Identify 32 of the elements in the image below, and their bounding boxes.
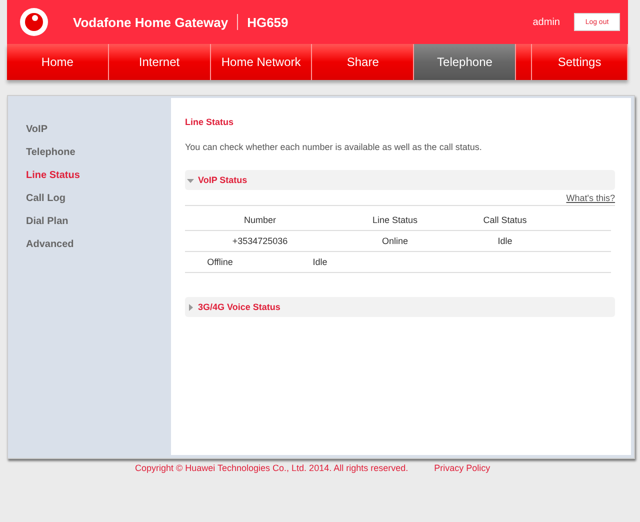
copyright-text: Copyright © Huawei Technologies Co., Ltd. 2014. All rights reserved.	[135, 463, 408, 473]
page-heading: Line Status	[185, 117, 235, 127]
description-text: You can check whether each number is available as well as the call status.	[185, 142, 483, 152]
username: admin	[532, 16, 560, 28]
sidebar-item[interactable]: Line Status	[8, 170, 171, 184]
column-header: Call Status	[482, 215, 528, 225]
table-cell-text: Idle	[312, 257, 328, 267]
table-cell-text: +3534725036	[231, 236, 289, 246]
sidebar-item[interactable]: Call Log	[8, 193, 171, 207]
section-header[interactable]: 3G/4G Voice Status	[185, 297, 615, 317]
logo-icon	[19, 7, 49, 37]
column-header: Line Status	[371, 215, 419, 225]
caret-down-icon	[187, 176, 194, 184]
app-title: Vodafone Home Gateway	[73, 14, 228, 30]
table-cell-text: Idle	[496, 236, 514, 246]
privacy-link[interactable]: Privacy Policy	[434, 463, 490, 473]
column-header: Number	[242, 215, 277, 225]
sidebar-item[interactable]: VoIP	[8, 124, 171, 138]
help-link[interactable]: What's this?	[185, 193, 615, 206]
nav-tab[interactable]: Telephone	[414, 44, 516, 80]
nav-tab[interactable]: Home	[7, 44, 109, 80]
nav-tab[interactable]: Home Network	[210, 44, 312, 80]
section-header[interactable]: VoIP Status	[185, 170, 615, 190]
model-name: HG659	[247, 14, 288, 30]
caret-right-icon	[187, 304, 194, 310]
sidebar-item[interactable]: Telephone	[8, 147, 171, 161]
nav-tab[interactable]: Internet	[108, 44, 211, 80]
table-cell-text: Offline	[206, 257, 234, 267]
sidebar-item[interactable]: Advanced	[8, 239, 171, 253]
table-cell-text: Online	[380, 236, 409, 246]
sidebar-item[interactable]: Dial Plan	[8, 216, 171, 230]
nav-tab[interactable]: Settings	[532, 44, 628, 80]
